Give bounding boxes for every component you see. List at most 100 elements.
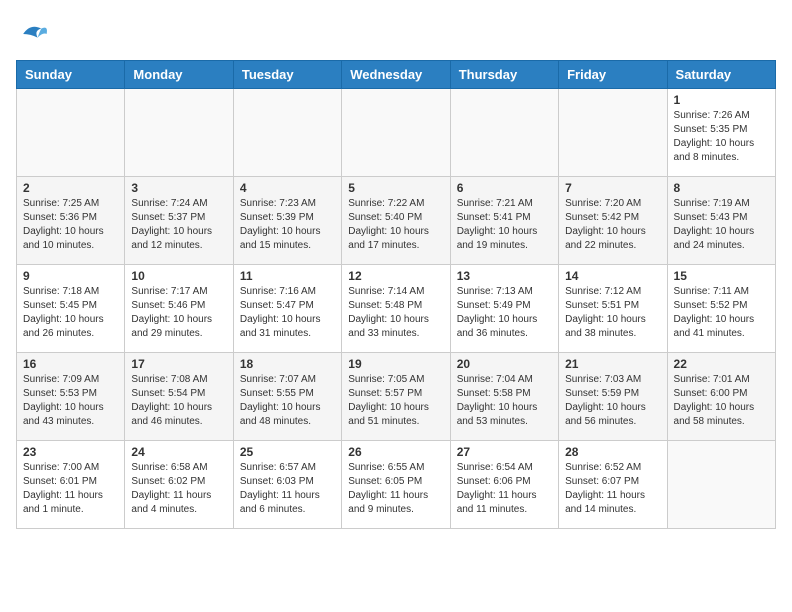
day-number: 26	[348, 445, 443, 459]
week-row-5: 23 Sunrise: 7:00 AM Sunset: 6:01 PM Dayli…	[17, 441, 776, 529]
day-cell	[342, 89, 450, 177]
day-cell: 6 Sunrise: 7:21 AM Sunset: 5:41 PM Daylig…	[450, 177, 558, 265]
day-number: 13	[457, 269, 552, 283]
day-number: 3	[131, 181, 226, 195]
day-info: Sunrise: 7:01 AM Sunset: 6:00 PM Dayligh…	[674, 373, 769, 429]
day-cell: 17 Sunrise: 7:08 AM Sunset: 5:54 PM Dayli…	[125, 353, 233, 441]
day-cell	[667, 441, 775, 529]
week-row-3: 9Sunrise: 7:18 AM Sunset: 5:45 PM Daylig…	[17, 265, 776, 353]
day-number: 1	[674, 93, 769, 107]
day-number: 14	[565, 269, 660, 283]
header-thursday: Thursday	[450, 61, 558, 89]
header-sunday: Sunday	[17, 61, 125, 89]
day-info: Sunrise: 6:54 AM Sunset: 6:06 PM Dayligh…	[457, 461, 552, 517]
day-number: 22	[674, 357, 769, 371]
header-row: SundayMondayTuesdayWednesdayThursdayFrid…	[17, 61, 776, 89]
day-cell	[559, 89, 667, 177]
day-info: Sunrise: 6:58 AM Sunset: 6:02 PM Dayligh…	[131, 461, 226, 517]
day-number: 19	[348, 357, 443, 371]
day-info: Sunrise: 6:57 AM Sunset: 6:03 PM Dayligh…	[240, 461, 335, 517]
day-cell: 25 Sunrise: 6:57 AM Sunset: 6:03 PM Dayli…	[233, 441, 341, 529]
day-cell: 28Sunrise: 6:52 AM Sunset: 6:07 PM Dayli…	[559, 441, 667, 529]
day-cell: 7Sunrise: 7:20 AM Sunset: 5:42 PM Daylig…	[559, 177, 667, 265]
day-info: Sunrise: 7:24 AM Sunset: 5:37 PM Dayligh…	[131, 197, 226, 253]
day-info: Sunrise: 7:13 AM Sunset: 5:49 PM Dayligh…	[457, 285, 552, 341]
day-cell: 12 Sunrise: 7:14 AM Sunset: 5:48 PM Dayli…	[342, 265, 450, 353]
day-cell: 10Sunrise: 7:17 AM Sunset: 5:46 PM Dayli…	[125, 265, 233, 353]
day-number: 17	[131, 357, 226, 371]
day-cell	[233, 89, 341, 177]
day-info: Sunrise: 7:21 AM Sunset: 5:41 PM Dayligh…	[457, 197, 552, 253]
day-cell	[125, 89, 233, 177]
day-cell: 3 Sunrise: 7:24 AM Sunset: 5:37 PM Daylig…	[125, 177, 233, 265]
day-number: 27	[457, 445, 552, 459]
day-info: Sunrise: 7:25 AM Sunset: 5:36 PM Dayligh…	[23, 197, 118, 253]
day-cell: 18 Sunrise: 7:07 AM Sunset: 5:55 PM Dayli…	[233, 353, 341, 441]
logo-icon	[16, 16, 52, 52]
day-cell: 23 Sunrise: 7:00 AM Sunset: 6:01 PM Dayli…	[17, 441, 125, 529]
day-info: Sunrise: 7:07 AM Sunset: 5:55 PM Dayligh…	[240, 373, 335, 429]
week-row-1: 1Sunrise: 7:26 AM Sunset: 5:35 PM Daylig…	[17, 89, 776, 177]
day-info: Sunrise: 7:16 AM Sunset: 5:47 PM Dayligh…	[240, 285, 335, 341]
week-row-2: 2 Sunrise: 7:25 AM Sunset: 5:36 PM Daylig…	[17, 177, 776, 265]
day-info: Sunrise: 7:03 AM Sunset: 5:59 PM Dayligh…	[565, 373, 660, 429]
logo	[16, 16, 56, 52]
day-number: 25	[240, 445, 335, 459]
day-info: Sunrise: 7:00 AM Sunset: 6:01 PM Dayligh…	[23, 461, 118, 517]
day-number: 18	[240, 357, 335, 371]
day-info: Sunrise: 7:09 AM Sunset: 5:53 PM Dayligh…	[23, 373, 118, 429]
week-row-4: 16 Sunrise: 7:09 AM Sunset: 5:53 PM Dayli…	[17, 353, 776, 441]
day-number: 20	[457, 357, 552, 371]
day-cell: 5 Sunrise: 7:22 AM Sunset: 5:40 PM Daylig…	[342, 177, 450, 265]
calendar-header: SundayMondayTuesdayWednesdayThursdayFrid…	[17, 61, 776, 89]
day-info: Sunrise: 7:04 AM Sunset: 5:58 PM Dayligh…	[457, 373, 552, 429]
day-number: 12	[348, 269, 443, 283]
day-info: Sunrise: 6:55 AM Sunset: 6:05 PM Dayligh…	[348, 461, 443, 517]
day-info: Sunrise: 7:22 AM Sunset: 5:40 PM Dayligh…	[348, 197, 443, 253]
day-cell: 9Sunrise: 7:18 AM Sunset: 5:45 PM Daylig…	[17, 265, 125, 353]
day-cell: 24 Sunrise: 6:58 AM Sunset: 6:02 PM Dayli…	[125, 441, 233, 529]
day-cell: 26 Sunrise: 6:55 AM Sunset: 6:05 PM Dayli…	[342, 441, 450, 529]
day-number: 11	[240, 269, 335, 283]
day-number: 24	[131, 445, 226, 459]
day-number: 5	[348, 181, 443, 195]
day-cell: 19 Sunrise: 7:05 AM Sunset: 5:57 PM Dayli…	[342, 353, 450, 441]
day-number: 6	[457, 181, 552, 195]
header-tuesday: Tuesday	[233, 61, 341, 89]
day-cell: 8 Sunrise: 7:19 AM Sunset: 5:43 PM Daylig…	[667, 177, 775, 265]
day-info: Sunrise: 7:19 AM Sunset: 5:43 PM Dayligh…	[674, 197, 769, 253]
day-cell: 27 Sunrise: 6:54 AM Sunset: 6:06 PM Dayli…	[450, 441, 558, 529]
day-info: Sunrise: 7:08 AM Sunset: 5:54 PM Dayligh…	[131, 373, 226, 429]
day-cell: 14 Sunrise: 7:12 AM Sunset: 5:51 PM Dayli…	[559, 265, 667, 353]
day-info: Sunrise: 7:12 AM Sunset: 5:51 PM Dayligh…	[565, 285, 660, 341]
day-number: 8	[674, 181, 769, 195]
day-cell: 15 Sunrise: 7:11 AM Sunset: 5:52 PM Dayli…	[667, 265, 775, 353]
day-number: 9	[23, 269, 118, 283]
header-saturday: Saturday	[667, 61, 775, 89]
day-number: 7	[565, 181, 660, 195]
calendar-table: SundayMondayTuesdayWednesdayThursdayFrid…	[16, 60, 776, 529]
day-cell: 13 Sunrise: 7:13 AM Sunset: 5:49 PM Dayli…	[450, 265, 558, 353]
day-info: Sunrise: 7:17 AM Sunset: 5:46 PM Dayligh…	[131, 285, 226, 341]
day-cell: 20 Sunrise: 7:04 AM Sunset: 5:58 PM Dayli…	[450, 353, 558, 441]
day-cell: 1Sunrise: 7:26 AM Sunset: 5:35 PM Daylig…	[667, 89, 775, 177]
header-friday: Friday	[559, 61, 667, 89]
day-cell: 11 Sunrise: 7:16 AM Sunset: 5:47 PM Dayli…	[233, 265, 341, 353]
day-cell: 16 Sunrise: 7:09 AM Sunset: 5:53 PM Dayli…	[17, 353, 125, 441]
day-number: 21	[565, 357, 660, 371]
day-number: 16	[23, 357, 118, 371]
day-cell: 2 Sunrise: 7:25 AM Sunset: 5:36 PM Daylig…	[17, 177, 125, 265]
day-info: Sunrise: 7:11 AM Sunset: 5:52 PM Dayligh…	[674, 285, 769, 341]
page-header	[16, 16, 776, 52]
day-info: Sunrise: 7:23 AM Sunset: 5:39 PM Dayligh…	[240, 197, 335, 253]
day-cell	[17, 89, 125, 177]
day-cell: 21 Sunrise: 7:03 AM Sunset: 5:59 PM Dayli…	[559, 353, 667, 441]
day-number: 23	[23, 445, 118, 459]
day-number: 15	[674, 269, 769, 283]
day-number: 2	[23, 181, 118, 195]
day-info: Sunrise: 7:14 AM Sunset: 5:48 PM Dayligh…	[348, 285, 443, 341]
day-number: 28	[565, 445, 660, 459]
day-cell	[450, 89, 558, 177]
day-cell: 4Sunrise: 7:23 AM Sunset: 5:39 PM Daylig…	[233, 177, 341, 265]
day-info: Sunrise: 7:05 AM Sunset: 5:57 PM Dayligh…	[348, 373, 443, 429]
